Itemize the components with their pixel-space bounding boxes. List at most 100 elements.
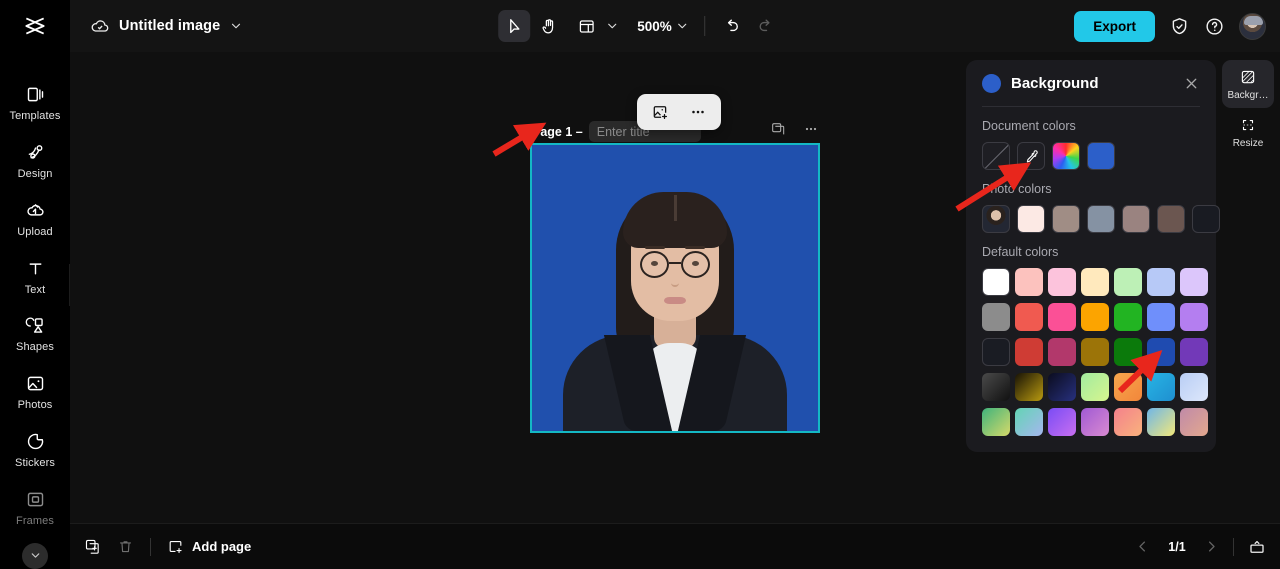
section-label-default-colors: Default colors [982,245,1059,259]
swatch-default-r2-c7[interactable] [1180,303,1208,331]
avatar[interactable] [1239,12,1266,40]
swatch-eyedropper[interactable] [1017,142,1045,170]
swatch-photo-2[interactable] [1052,205,1080,233]
presentation-icon[interactable] [1248,538,1266,556]
sidebar-item-frames[interactable]: Frames [0,479,70,537]
undo-icon [727,18,738,31]
swatch-default-r5-c2[interactable] [1015,408,1043,436]
replace-image-icon [653,106,668,120]
sidebar-item-shapes[interactable]: Shapes [0,306,70,364]
current-color-swatch[interactable] [982,73,1001,93]
swatch-default-r1-c5[interactable] [1114,268,1142,296]
swatch-default-r5-c1[interactable] [982,408,1010,436]
cursor-icon [509,18,520,33]
panel-header: Background [982,60,1200,106]
duplicate-icon[interactable] [84,538,101,555]
chevron-left-icon[interactable] [1135,539,1150,554]
swatch-default-r3-c4[interactable] [1081,338,1109,366]
swatch-default-r2-c1[interactable] [982,303,1010,331]
swatch-default-r5-c7[interactable] [1180,408,1208,436]
export-button[interactable]: Export [1074,10,1155,42]
swatch-photo-6[interactable] [1192,205,1220,233]
sidebar-more-button[interactable] [22,543,48,569]
swatch-default-r2-c4[interactable] [1081,303,1109,331]
divider [982,106,1200,107]
swatch-default-r1-c7[interactable] [1180,268,1208,296]
cloud-saved-icon [91,20,109,32]
swatch-default-r2-c2[interactable] [1015,303,1043,331]
swatch-default-r1-c1[interactable] [982,268,1010,296]
swatch-photo-thumbnail[interactable] [982,205,1010,233]
artboard[interactable] [530,143,820,433]
hand-tool-button[interactable] [532,10,564,42]
swatch-default-r4-c7[interactable] [1180,373,1208,401]
swatch-default-r4-c2[interactable] [1015,373,1043,401]
undo-button[interactable] [716,10,748,42]
layout-icon-wrap [570,10,602,42]
zoom-control[interactable]: 500% [633,19,693,34]
swatch-default-r5-c3[interactable] [1048,408,1076,436]
image-more-button[interactable] [684,98,712,126]
resize-icon [1242,119,1254,130]
swatch-default-r1-c3[interactable] [1048,268,1076,296]
right-rail-item-background[interactable]: Backgr… [1222,60,1274,108]
redo-button[interactable] [750,10,782,42]
chevron-down-icon[interactable] [229,19,243,33]
swatch-photo-1[interactable] [1017,205,1045,233]
swatch-default-r2-c5[interactable] [1114,303,1142,331]
divider [1233,537,1234,556]
swatch-default-r5-c5[interactable] [1114,408,1142,436]
hair-part [674,195,677,221]
swatch-default-r3-c1[interactable] [982,338,1010,366]
bottom-right-pager: 1/1 [1135,537,1280,556]
sidebar-item-upload[interactable]: Upload [0,190,70,248]
swatch-default-r4-c5[interactable] [1114,373,1142,401]
document-title-group[interactable]: Untitled image [70,16,243,36]
swatch-default-r3-c6[interactable] [1147,338,1175,366]
swatch-default-r4-c6[interactable] [1147,373,1175,401]
sidebar-item-design[interactable]: Design [0,132,70,190]
divider [150,537,151,556]
swatch-photo-3[interactable] [1087,205,1115,233]
floating-image-toolbar [637,94,721,130]
sidebar-item-photos[interactable]: Photos [0,363,70,421]
sidebar-item-templates[interactable]: Templates [0,74,70,132]
swatch-document-blue[interactable] [1087,142,1115,170]
swatch-default-r1-c4[interactable] [1081,268,1109,296]
chevron-right-icon[interactable] [1204,539,1219,554]
swatch-default-r5-c4[interactable] [1081,408,1109,436]
swatch-default-r1-c6[interactable] [1147,268,1175,296]
replace-image-button[interactable] [646,98,674,126]
swatch-default-r3-c7[interactable] [1180,338,1208,366]
swatch-photo-5[interactable] [1157,205,1185,233]
swatch-photo-4[interactable] [1122,205,1150,233]
sidebar-item-text[interactable]: Text [0,248,70,306]
swatch-default-r4-c3[interactable] [1048,373,1076,401]
more-options-icon[interactable] [803,121,819,137]
divider [703,16,705,36]
swatch-default-r4-c4[interactable] [1081,373,1109,401]
swatch-default-r5-c6[interactable] [1147,408,1175,436]
duplicate-page-icon[interactable] [770,121,786,137]
swatch-default-r4-c1[interactable] [982,373,1010,401]
swatch-no-color[interactable] [982,142,1010,170]
close-icon[interactable] [1183,75,1200,92]
swatch-default-r3-c5[interactable] [1114,338,1142,366]
sidebar-item-stickers[interactable]: Stickers [0,421,70,479]
select-tool-button[interactable] [498,10,531,42]
right-rail-item-resize[interactable]: Resize [1222,108,1274,156]
trash-icon[interactable] [117,538,134,555]
left-sidebar: Templates Design Upload Text Shapes Phot… [0,52,70,569]
shield-icon[interactable] [1169,16,1190,37]
layout-tool-button[interactable] [566,10,623,42]
swatch-default-r2-c6[interactable] [1147,303,1175,331]
swatch-default-r3-c2[interactable] [1015,338,1043,366]
swatch-default-r1-c2[interactable] [1015,268,1043,296]
swatch-default-r2-c3[interactable] [1048,303,1076,331]
swatch-default-r3-c3[interactable] [1048,338,1076,366]
app-logo[interactable] [0,0,70,52]
background-icon [1241,70,1255,83]
add-page-button[interactable]: Add page [167,538,251,555]
help-icon[interactable] [1204,16,1225,37]
swatch-color-wheel[interactable] [1052,142,1080,170]
